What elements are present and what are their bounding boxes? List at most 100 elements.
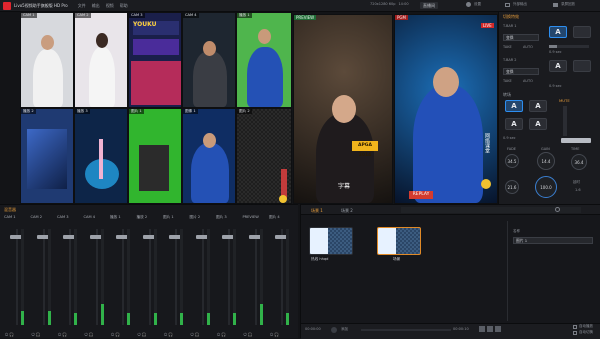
auto-button[interactable]: AUTO <box>523 45 533 49</box>
stop-icon[interactable] <box>487 326 493 332</box>
scene-search-bar[interactable] <box>401 207 581 213</box>
auto-button-2[interactable]: AUTO <box>523 79 533 83</box>
level-meter <box>233 229 236 325</box>
source-label: CAM 4 <box>183 13 199 18</box>
guitar-figure <box>99 139 103 179</box>
gear-icon[interactable] <box>466 2 471 7</box>
fader-track[interactable] <box>175 229 177 325</box>
tbar2-b-button[interactable] <box>573 60 591 72</box>
settings-label[interactable]: 设置 <box>474 2 481 7</box>
source-image-1[interactable]: 图片 1 <box>128 108 182 204</box>
transition-a1-button[interactable]: A <box>505 100 523 112</box>
gain-knob[interactable]: 14.4 <box>537 152 555 170</box>
fader-track[interactable] <box>281 229 283 325</box>
preview-monitor[interactable]: APGA 2014 字幕 PREVIEW <box>293 14 393 204</box>
channel-controls[interactable]: ⏻ 🎧 <box>270 332 279 337</box>
mixer-channel: PREVIEW ⏻ 🎧 <box>243 215 269 339</box>
tbar1-a-button[interactable]: A <box>549 26 567 38</box>
tbar1-slider[interactable] <box>549 45 589 48</box>
fader-track[interactable] <box>122 229 124 325</box>
program-monitor[interactable]: 网络课堂 REPLAY PGM LIVE <box>394 14 498 204</box>
section-transitions: 转场 <box>503 92 511 97</box>
source-cam-4[interactable]: CAM 4 <box>182 12 236 108</box>
level-meter-fill <box>206 313 210 325</box>
channel-controls[interactable]: ⏻ 🎧 <box>85 332 94 337</box>
level-meter <box>127 229 130 325</box>
fader-track[interactable] <box>201 229 204 325</box>
play-icon[interactable] <box>479 326 485 332</box>
fader-track[interactable] <box>95 229 98 325</box>
record-replay-button[interactable]: 录屏回放 <box>561 2 575 7</box>
scene-tab-1[interactable]: 场景 1 <box>311 208 323 214</box>
mixer-channel: 图片 3 ⏻ 🎧 <box>216 215 242 339</box>
live-room-button[interactable]: 直播间 <box>420 2 438 9</box>
timeline-slider[interactable] <box>361 329 451 331</box>
delay-knob[interactable]: 21.6 <box>505 180 519 194</box>
autoswitch-checkbox[interactable] <box>573 330 577 335</box>
channel-controls[interactable]: ⏻ 🎧 <box>111 332 120 337</box>
tbar2-select[interactable]: 变换 <box>503 68 539 75</box>
menu-output[interactable]: 输出 <box>92 3 100 9</box>
scene-thumb-1[interactable] <box>309 227 353 255</box>
master-fader[interactable] <box>563 106 567 136</box>
source-image-2[interactable]: 图像 1 <box>182 108 236 204</box>
fader-track[interactable] <box>254 229 257 325</box>
external-output-button[interactable]: 外部输出 <box>513 2 527 7</box>
scene-name-label: 名称 <box>513 229 520 233</box>
scene-tab-2[interactable]: 场景 2 <box>341 208 353 214</box>
time-knob[interactable]: 36.4 <box>571 154 587 170</box>
menu-file[interactable]: 文件 <box>78 3 86 9</box>
resolution-readout: 720x1280 60p <box>370 2 396 6</box>
channel-controls[interactable]: ⏻ 🎧 <box>5 332 14 337</box>
fader-track[interactable] <box>69 229 71 325</box>
search-icon[interactable] <box>555 207 560 212</box>
transition-a2-button[interactable]: A <box>529 100 547 112</box>
source-label: 图片 1 <box>129 109 144 114</box>
source-cam-2[interactable]: CAM 2 <box>74 12 128 108</box>
channel-controls[interactable]: ⏻ 🎧 <box>191 332 200 337</box>
source-play-2[interactable]: 播放 2 <box>20 108 74 204</box>
channel-controls[interactable]: ⏻ 🎧 <box>244 332 253 337</box>
add-icon[interactable] <box>331 327 337 333</box>
master-fader-handle[interactable] <box>561 138 591 143</box>
channel-controls[interactable]: ⏻ 🎧 <box>164 332 173 337</box>
menu-video[interactable]: 视频 <box>106 3 114 9</box>
tbar1-b-button[interactable] <box>573 26 591 38</box>
preview-caption: 字幕 <box>338 183 351 190</box>
take-button-2[interactable]: TAKE <box>503 79 512 83</box>
take-button[interactable]: TAKE <box>503 45 512 49</box>
scene-source-select[interactable]: 图片 1 <box>513 237 593 244</box>
source-image-3[interactable]: 图片 2 <box>236 108 292 204</box>
channel-controls[interactable]: ⏻ 🎧 <box>217 332 226 337</box>
tbar2-a-button[interactable]: A <box>549 60 567 72</box>
mixer-tab[interactable]: 混音器 <box>4 207 16 213</box>
fader-track[interactable] <box>148 229 151 325</box>
fader-track[interactable] <box>16 229 18 325</box>
fader-track[interactable] <box>42 229 45 325</box>
tbar1-select[interactable]: 变换 <box>503 34 539 41</box>
autoplay-checkbox[interactable] <box>573 324 577 329</box>
channel-controls[interactable]: ⏻ 🎧 <box>138 332 147 337</box>
app-logo-icon <box>3 1 11 10</box>
transition-tab[interactable]: 切换特效 <box>503 14 519 20</box>
menu-help[interactable]: 帮助 <box>120 3 128 9</box>
time-label: TIME <box>571 147 580 151</box>
volume-knob[interactable]: 100.0 <box>535 176 557 198</box>
source-play-3[interactable]: 播放 3 <box>74 108 128 204</box>
transition-a4-button[interactable]: A <box>529 118 547 130</box>
source-play-1[interactable]: 播放 1 <box>236 12 292 108</box>
fade-knob[interactable]: 34.5 <box>505 154 519 168</box>
source-label: 播放 2 <box>21 109 36 114</box>
channel-controls[interactable]: ⏻ 🎧 <box>32 332 41 337</box>
loop-icon[interactable] <box>495 326 501 332</box>
promo-grid <box>131 61 181 105</box>
scene-thumb-2[interactable] <box>377 227 421 255</box>
add-scene-button[interactable]: 添加 <box>341 327 348 332</box>
channel-controls[interactable]: ⏻ 🎧 <box>58 332 67 337</box>
transition-a3-button[interactable]: A <box>505 118 523 130</box>
channel-name: 图片 1 <box>163 215 174 219</box>
slider-handle[interactable] <box>549 45 557 48</box>
fader-track[interactable] <box>228 229 230 325</box>
source-cam-1[interactable]: CAM 1 <box>20 12 74 108</box>
source-cam-3[interactable]: YOUKU CAM 3 <box>128 12 182 108</box>
